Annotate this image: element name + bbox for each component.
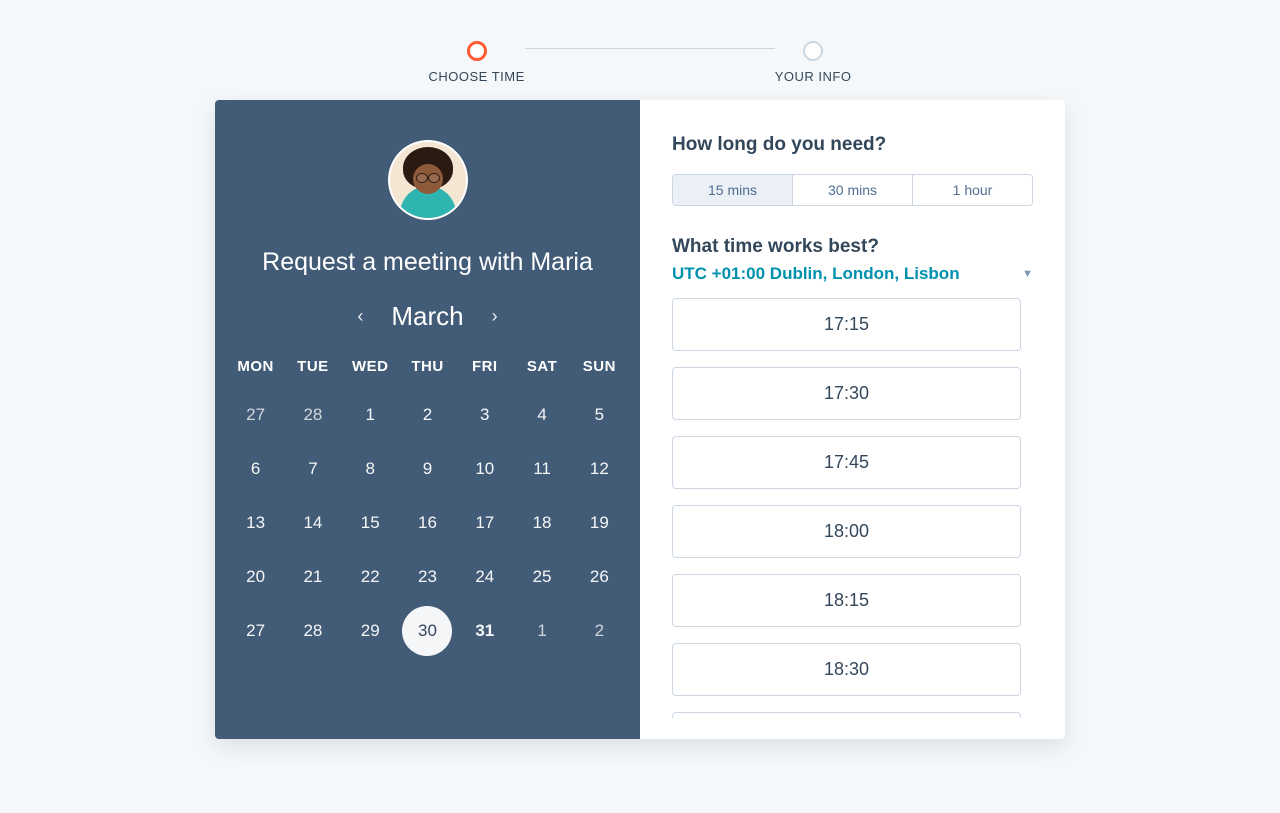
calendar-day[interactable]: 15	[342, 509, 399, 537]
weekday-header: SAT	[513, 358, 570, 375]
step-choose-time[interactable]: CHOOSE TIME	[428, 41, 524, 84]
weekday-header: WED	[342, 358, 399, 375]
calendar-day[interactable]: 6	[227, 455, 284, 483]
duration-option[interactable]: 30 mins	[792, 175, 912, 205]
time-pane: How long do you need? 15 mins30 mins1 ho…	[640, 100, 1065, 739]
calendar-day[interactable]: 8	[342, 455, 399, 483]
calendar-day[interactable]: 29	[342, 617, 399, 645]
chevron-down-icon: ▼	[1022, 268, 1033, 280]
calendar-day[interactable]: 18	[513, 509, 570, 537]
weekday-header: TUE	[284, 358, 341, 375]
time-slot[interactable]: 18:15	[672, 574, 1021, 627]
prev-month-button[interactable]: ‹	[357, 306, 363, 327]
calendar-day[interactable]: 24	[456, 563, 513, 591]
calendar-day[interactable]: 3	[456, 401, 513, 429]
time-slot[interactable]: 18:45	[672, 712, 1021, 718]
calendar-day[interactable]: 27	[227, 617, 284, 645]
time-slot[interactable]: 17:15	[672, 298, 1021, 351]
avatar	[388, 140, 468, 220]
calendar-day[interactable]: 16	[399, 509, 456, 537]
timezone-label: UTC +01:00 Dublin, London, Lisbon	[672, 264, 960, 284]
calendar-day[interactable]: 13	[227, 509, 284, 537]
time-slots[interactable]: 17:15 17:30 17:45 18:00 18:15 18:30 18:45	[672, 298, 1033, 718]
scheduler-panel: Request a meeting with Maria ‹ March › M…	[215, 100, 1065, 739]
timezone-dropdown[interactable]: UTC +01:00 Dublin, London, Lisbon ▼	[672, 264, 1033, 284]
calendar-pane: Request a meeting with Maria ‹ March › M…	[215, 100, 640, 739]
calendar-day[interactable]: 5	[571, 401, 628, 429]
current-month: March	[391, 301, 463, 332]
duration-options: 15 mins30 mins1 hour	[672, 174, 1033, 206]
calendar-day[interactable]: 12	[571, 455, 628, 483]
page-title: Request a meeting with Maria	[262, 248, 593, 277]
calendar-day[interactable]: 1	[513, 617, 570, 645]
weekday-header: THU	[399, 358, 456, 375]
calendar-day[interactable]: 31	[456, 617, 513, 645]
calendar-day[interactable]: 9	[399, 455, 456, 483]
calendar-day[interactable]: 26	[571, 563, 628, 591]
calendar-day[interactable]: 20	[227, 563, 284, 591]
time-slot[interactable]: 18:30	[672, 643, 1021, 696]
step-circle-icon	[803, 41, 823, 61]
calendar-day[interactable]: 23	[399, 563, 456, 591]
calendar-day[interactable]: 4	[513, 401, 570, 429]
calendar-day[interactable]: 25	[513, 563, 570, 591]
calendar-grid: MONTUEWEDTHUFRISATSUN2728123456789101112…	[227, 358, 628, 645]
next-month-button[interactable]: ›	[492, 306, 498, 327]
time-question: What time works best?	[672, 236, 1033, 258]
calendar-day[interactable]: 27	[227, 401, 284, 429]
weekday-header: MON	[227, 358, 284, 375]
duration-option[interactable]: 15 mins	[673, 175, 792, 205]
calendar-day[interactable]: 2	[571, 617, 628, 645]
step-connector	[525, 48, 775, 49]
duration-question: How long do you need?	[672, 134, 1033, 156]
duration-option[interactable]: 1 hour	[912, 175, 1032, 205]
calendar-day[interactable]: 22	[342, 563, 399, 591]
time-slot[interactable]: 17:30	[672, 367, 1021, 420]
step-label: YOUR INFO	[775, 69, 852, 84]
step-your-info[interactable]: YOUR INFO	[775, 41, 852, 84]
calendar-day[interactable]: 11	[513, 455, 570, 483]
month-switcher: ‹ March ›	[357, 301, 497, 332]
time-slot[interactable]: 18:00	[672, 505, 1021, 558]
weekday-header: SUN	[571, 358, 628, 375]
calendar-day[interactable]: 2	[399, 401, 456, 429]
calendar-day[interactable]: 19	[571, 509, 628, 537]
calendar-day[interactable]: 10	[456, 455, 513, 483]
step-circle-icon	[467, 41, 487, 61]
time-slot[interactable]: 17:45	[672, 436, 1021, 489]
calendar-day[interactable]: 21	[284, 563, 341, 591]
step-label: CHOOSE TIME	[428, 69, 524, 84]
calendar-day[interactable]: 28	[284, 401, 341, 429]
calendar-day[interactable]: 30	[399, 617, 456, 645]
stepper: CHOOSE TIME YOUR INFO	[0, 0, 1280, 90]
calendar-day[interactable]: 17	[456, 509, 513, 537]
weekday-header: FRI	[456, 358, 513, 375]
calendar-day[interactable]: 14	[284, 509, 341, 537]
calendar-day[interactable]: 1	[342, 401, 399, 429]
calendar-day[interactable]: 28	[284, 617, 341, 645]
calendar-day[interactable]: 7	[284, 455, 341, 483]
